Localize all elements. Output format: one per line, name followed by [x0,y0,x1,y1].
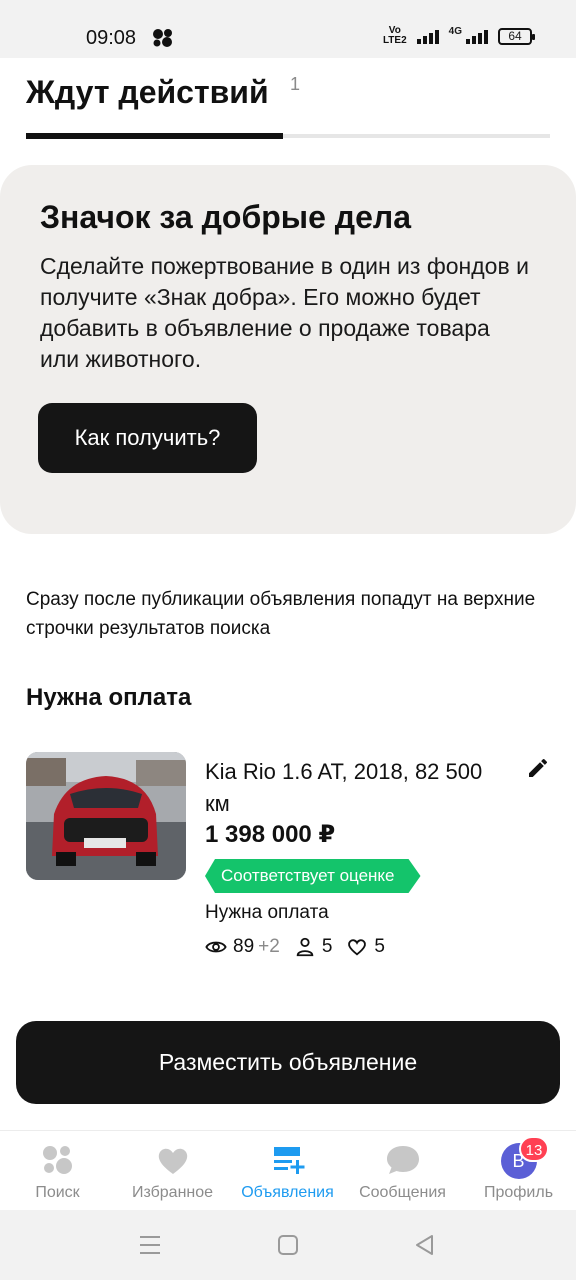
nav-listings[interactable]: Объявления [230,1131,345,1211]
app-notification-icon [153,29,172,47]
listing-stats: 89 +2 5 5 [205,936,399,958]
nav-search[interactable]: Поиск [0,1131,115,1211]
views-new-count: +2 [258,936,280,957]
search-dots-icon [42,1146,72,1174]
listing-title[interactable]: Kia Rio 1.6 AT, 2018, 82 500 км [205,756,505,820]
promo-text: Сделайте пожертвование в один из фондов … [40,253,529,372]
info-text: Сразу после публикации объявления попаду… [26,589,536,639]
signal-icon [416,28,439,44]
nav-label: Профиль [483,1184,554,1201]
bottom-nav: Поиск Избранное Объявления Сообщения В П… [0,1130,576,1210]
system-nav-bar [0,1210,576,1280]
favorites-stat: 5 [346,936,385,958]
contacts-stat: 5 [294,936,333,958]
how-to-get-button[interactable]: Как получить? [38,403,257,473]
status-time: 09:08 [86,27,137,49]
tab-count: 1 [290,74,301,94]
promo-title: Значок за добрые дела [40,199,411,235]
section-title-payment-needed: Нужна оплата [26,684,192,711]
network-type: 4G [448,26,462,37]
views-stat: 89 +2 [205,936,280,958]
heart-icon [348,939,367,956]
nav-label: Сообщения [359,1184,446,1201]
listing-price: 1 398 000 ₽ [205,821,336,848]
good-deeds-promo-card: Значок за добрые дела Сделайте пожертвов… [0,165,576,534]
listing-status: Нужна оплата [205,902,329,923]
listing-item[interactable]: Kia Rio 1.6 AT, 2018, 82 500 км 1 398 00… [0,750,576,970]
status-bar: 09:08 Vo LTE2 4G 64 [0,0,576,58]
nav-messages[interactable]: Сообщения [345,1131,460,1211]
pencil-icon[interactable] [526,756,550,780]
nav-label: Объявления [241,1184,334,1201]
views-count: 89 [233,936,255,957]
listings-add-icon [273,1147,304,1174]
eye-icon [205,941,227,953]
tab-awaiting-action[interactable]: Ждут действий [26,74,269,111]
status-indicators: Vo LTE2 4G 64 [382,25,535,46]
profile-notification-badge: 13 [519,1136,549,1162]
menu-icon[interactable] [137,1232,163,1258]
contacts-count: 5 [321,936,333,957]
signal-icon-2 [466,28,488,44]
nav-favorites[interactable]: Избранное [115,1131,230,1211]
price-rating-badge: Соответствует оценке [205,859,421,893]
home-icon[interactable] [275,1232,301,1258]
nav-label: Избранное [131,1184,214,1201]
car-photo-icon [26,752,186,880]
publish-listing-button[interactable]: Разместить объявление [16,1021,560,1104]
tab-active-indicator [26,133,283,139]
heart-icon [158,1148,187,1174]
person-icon [296,937,314,957]
back-icon[interactable] [412,1232,438,1258]
chat-bubble-icon [386,1146,419,1174]
nav-label: Поиск [35,1184,80,1201]
listing-photo[interactable] [26,752,186,880]
battery-icon: 64 [498,27,535,45]
volte-icon: Vo LTE2 [382,25,407,46]
nav-profile[interactable]: В Профиль [461,1131,576,1211]
favorites-count: 5 [374,936,385,957]
